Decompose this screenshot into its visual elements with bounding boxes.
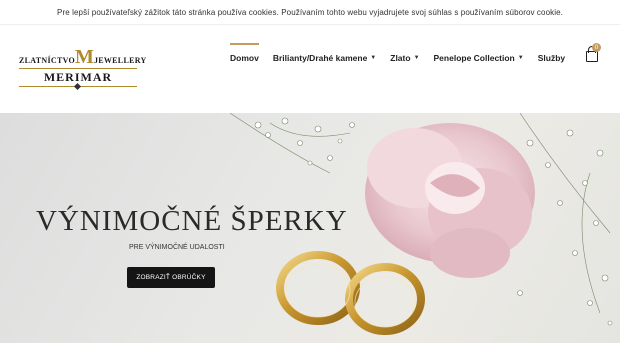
cart-count-badge: 0	[592, 43, 601, 52]
site-header: ZLATNÍCTVO M JEWELLERY MERIMAR Domov Bri…	[0, 25, 620, 113]
hero-banner: VÝNIMOČNÉ ŠPERKY PRE VÝNIMOČNÉ UDALOSTI …	[0, 113, 620, 343]
flower-rose	[365, 123, 535, 278]
chevron-down-icon: ▼	[370, 55, 377, 61]
site-logo[interactable]: ZLATNÍCTVO M JEWELLERY MERIMAR	[19, 40, 146, 91]
chevron-down-icon: ▼	[517, 55, 524, 61]
hero-subtitle: PRE VÝNIMOČNÉ UDALOSTI	[129, 244, 225, 251]
main-nav: Domov Brilianty/Drahé kamene ▼ Zlato ▼ P…	[230, 43, 579, 63]
nav-item-brilianty[interactable]: Brilianty/Drahé kamene ▼	[273, 53, 376, 63]
nav-item-label: Brilianty/Drahé kamene	[272, 53, 368, 63]
nav-item-sluzby[interactable]: Služby	[538, 53, 565, 63]
nav-item-domov[interactable]: Domov	[230, 43, 259, 63]
logo-monogram: M	[75, 46, 94, 68]
nav-item-label: Zlato	[390, 53, 411, 63]
nav-item-label: Penelope Collection	[433, 53, 515, 63]
show-rings-button[interactable]: ZOBRAZIŤ OBRÚČKY	[127, 267, 215, 288]
nav-item-label: Domov	[230, 53, 259, 63]
logo-right-text: JEWELLERY	[93, 56, 147, 65]
logo-top-row: ZLATNÍCTVO M JEWELLERY	[19, 46, 146, 68]
nav-item-label: Služby	[537, 53, 566, 63]
bag-icon	[586, 51, 598, 62]
nav-item-penelope-collection[interactable]: Penelope Collection ▼	[434, 53, 524, 63]
logo-left-text: ZLATNÍCTVO	[19, 56, 76, 65]
logo-divider	[19, 68, 137, 69]
cookie-notice-text: Pre lepší používateľský zážitok táto str…	[57, 7, 563, 17]
nav-item-zlato[interactable]: Zlato ▼	[390, 53, 419, 63]
cookie-bar: Pre lepší používateľský zážitok táto str…	[0, 0, 620, 25]
hero-title: VÝNIMOČNÉ ŠPERKY	[36, 205, 348, 237]
wedding-rings	[276, 251, 425, 335]
cart-button[interactable]: 0	[585, 43, 601, 63]
chevron-down-icon: ▼	[413, 55, 420, 61]
